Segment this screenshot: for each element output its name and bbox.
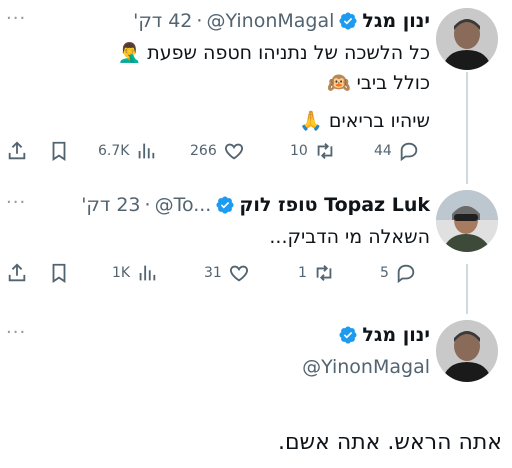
avatar[interactable]: [436, 190, 498, 252]
reply-icon: [400, 142, 418, 162]
tweet-body-text: אתה הראש. אתה אשם.: [277, 430, 502, 455]
tweet-actions: 1K 31 1 5: [6, 262, 415, 286]
likes-count: 266: [190, 143, 217, 159]
retweet-button[interactable]: 1: [298, 262, 335, 284]
views-button[interactable]: 6.7K: [98, 140, 157, 162]
tweet-header: ינון מגל @YinonMagal · 42 דק': [133, 10, 430, 32]
tweet-text: כל הלשכה של נתניהו חטפה שפעת 🤦‍♂️ כולל ב…: [118, 38, 430, 136]
like-button[interactable]: 31: [204, 262, 250, 284]
reply-button[interactable]: 5: [380, 262, 417, 284]
verified-icon: [215, 195, 235, 215]
monkey-emoji: 🙉: [326, 72, 351, 94]
tweet-line: כולל ביבי 🙉: [326, 72, 430, 94]
views-button[interactable]: 1K: [112, 262, 158, 284]
avatar-image: [436, 320, 498, 382]
facepalm-emoji: 🤦‍♂️: [117, 42, 142, 64]
thread-line-1: [466, 72, 468, 184]
views-icon: [139, 143, 155, 159]
heart-icon: [224, 143, 243, 160]
tweet-header: ינון מגל: [334, 324, 430, 346]
tweet-actions: 6.7K 266 10 44: [6, 140, 418, 164]
tweet-line: שיהיו בריאים 🙏: [299, 110, 430, 132]
views-count: 1K: [112, 265, 131, 281]
tweet-line: השאלה מי הדביק...: [269, 226, 430, 248]
more-options-button[interactable]: ···: [6, 192, 26, 213]
verified-icon: [338, 11, 358, 31]
retweet-button[interactable]: 10: [290, 140, 336, 162]
tweet-header: טופז לוק Topaz Luk @To... · 23 דק': [81, 194, 430, 216]
views-count: 6.7K: [98, 143, 130, 159]
replies-count: 44: [374, 143, 392, 159]
pray-emoji: 🙏: [299, 110, 323, 132]
share-icon: [8, 141, 26, 160]
share-icon: [8, 263, 26, 282]
reply-icon: [397, 264, 415, 284]
separator: ·: [144, 194, 151, 216]
tweet-line: כל הלשכה של נתניהו חטפה שפעת 🤦‍♂️: [117, 42, 430, 64]
bookmark-icon: [52, 263, 66, 283]
thread-line-2: [466, 264, 468, 314]
tweet-meta: @To... · 23 דק': [81, 194, 211, 216]
display-name[interactable]: ינון מגל: [362, 10, 430, 32]
bookmark-button[interactable]: [48, 262, 70, 284]
timestamp[interactable]: 23 דק': [81, 194, 140, 216]
views-icon: [139, 265, 156, 281]
handle[interactable]: @To...: [155, 194, 212, 216]
retweet-icon: [317, 143, 333, 159]
handle[interactable]: @YinonMagal: [302, 356, 430, 378]
likes-count: 31: [204, 265, 222, 281]
handle[interactable]: @YinonMagal: [206, 10, 334, 32]
retweets-count: 1: [298, 265, 307, 281]
verified-icon: [338, 325, 358, 345]
avatar-image: [436, 8, 498, 70]
like-button[interactable]: 266: [190, 140, 245, 162]
replies-count: 5: [380, 265, 389, 281]
share-button[interactable]: [6, 262, 28, 284]
share-button[interactable]: [6, 140, 28, 162]
more-options-button[interactable]: ···: [6, 8, 26, 29]
timestamp[interactable]: 42 דק': [133, 10, 192, 32]
display-name[interactable]: ינון מגל: [362, 324, 430, 346]
display-name[interactable]: טופז לוק Topaz Luk: [239, 194, 430, 216]
avatar[interactable]: [436, 8, 498, 70]
retweet-icon: [316, 265, 332, 281]
bookmark-button[interactable]: [48, 140, 70, 162]
heart-icon: [229, 265, 248, 282]
tweet-text: השאלה מי הדביק...: [269, 222, 430, 252]
separator: ·: [196, 10, 203, 32]
tweet-meta: @YinonMagal · 42 דק': [133, 10, 334, 32]
avatar[interactable]: [436, 320, 498, 382]
reply-button[interactable]: 44: [374, 140, 420, 162]
retweets-count: 10: [290, 143, 308, 159]
avatar-image: [436, 190, 498, 252]
more-options-button[interactable]: ···: [6, 322, 26, 343]
bookmark-icon: [52, 141, 66, 161]
